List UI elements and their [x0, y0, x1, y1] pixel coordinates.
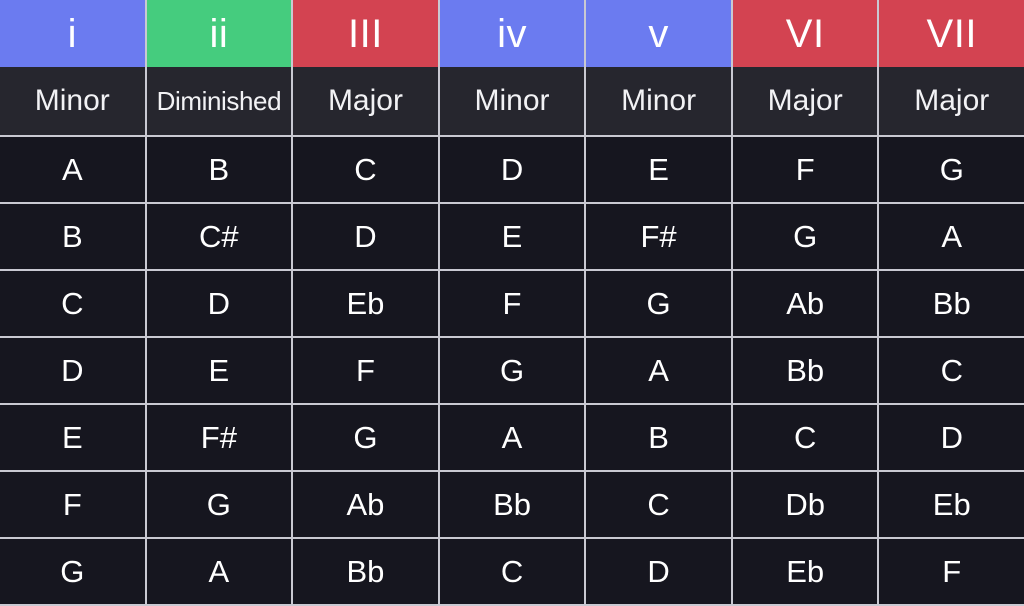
chord-cell: F# — [146, 405, 294, 470]
chord-cell: D — [293, 204, 440, 269]
chord-cell: A — [879, 204, 1024, 269]
chord-cell: Bb — [293, 539, 440, 604]
chord-cell: Ab — [732, 271, 880, 336]
column-quality-4: Minor — [586, 67, 733, 135]
table-row: F G Ab Bb C Db Eb — [0, 472, 1024, 539]
chord-cell: F — [732, 137, 880, 202]
chord-cell: G — [879, 137, 1024, 202]
column-numeral-vi: VI — [732, 0, 880, 67]
column-numeral-iv: iv — [439, 0, 587, 67]
chord-cell: B — [146, 137, 294, 202]
chord-cell: Eb — [879, 472, 1024, 537]
chord-cell: B — [586, 405, 733, 470]
chord-cell: Bb — [732, 338, 880, 403]
table-row: ABCDEFG — [0, 137, 1024, 204]
column-quality-0: Minor — [0, 67, 147, 135]
chord-quality-row: Minor Diminished Major Minor Minor Major Major — [0, 67, 1024, 135]
chord-cell: D — [146, 271, 294, 336]
column-numeral-iii: III — [293, 0, 440, 67]
chord-cell: F — [439, 271, 587, 336]
chord-cell: Eb — [293, 271, 440, 336]
chord-cell: A — [0, 137, 147, 202]
chord-progression-table: i ii III iv v VI VII Minor Diminished Major Minor… — [0, 0, 1024, 606]
table-row: B C# D E F# G A — [0, 204, 1024, 271]
chord-cell: E — [0, 405, 147, 470]
chord-cell: C — [0, 271, 147, 336]
chord-cell: Bb — [879, 271, 1024, 336]
chord-cell: C — [439, 539, 587, 604]
column-quality-2: Major — [293, 67, 440, 135]
chord-cell: C — [293, 137, 440, 202]
chord-cell: A — [439, 405, 587, 470]
chord-cell: C — [586, 472, 733, 537]
column-numeral-i: i — [0, 0, 147, 67]
chord-cell: G — [439, 338, 587, 403]
column-quality-1: Diminished — [146, 67, 294, 135]
table-row: D E F G A Bb C — [0, 338, 1024, 405]
column-numeral-v: v — [586, 0, 733, 67]
chord-cell: C — [732, 405, 880, 470]
chord-cell: F — [0, 472, 147, 537]
chord-cell: B — [0, 204, 147, 269]
roman-numeral-header-row: i ii III iv v VI VII — [0, 0, 1024, 67]
chord-cell: F — [879, 539, 1024, 604]
chord-cell: G — [732, 204, 880, 269]
chord-cell: F — [293, 338, 440, 403]
chord-cell: D — [586, 539, 733, 604]
chord-cell: E — [439, 204, 587, 269]
chord-cell: E — [146, 338, 294, 403]
column-numeral-vii: VII — [879, 0, 1024, 67]
chord-cell: C — [879, 338, 1024, 403]
chord-cell: D — [0, 338, 147, 403]
column-quality-3: Minor — [439, 67, 587, 135]
chord-cell: G — [586, 271, 733, 336]
chord-cell: Eb — [732, 539, 880, 604]
table-row: E F# G A B C D — [0, 405, 1024, 472]
chord-cell: C# — [146, 204, 294, 269]
chord-cell: A — [586, 338, 733, 403]
chord-cell: D — [439, 137, 587, 202]
chord-data-body: A B C D E F G B C# D E F# G A C D Eb F G Ab Bb D E F G A Bb C E F# G A B… — [0, 135, 1024, 606]
chord-cell: Bb — [439, 472, 587, 537]
chord-cell: A — [146, 539, 294, 604]
chord-cell: Ab — [293, 472, 440, 537]
chord-cell: E — [586, 137, 733, 202]
chord-cell: G — [0, 539, 147, 604]
column-quality-6: Major — [879, 67, 1024, 135]
table-row: G A Bb C D Eb F — [0, 539, 1024, 606]
chord-cell: G — [293, 405, 440, 470]
chord-cell: F# — [586, 204, 733, 269]
table-row: C D Eb F G Ab Bb — [0, 271, 1024, 338]
chord-cell: Db — [732, 472, 880, 537]
chord-cell: D — [879, 405, 1024, 470]
chord-cell: G — [146, 472, 294, 537]
column-numeral-ii: ii — [146, 0, 294, 67]
column-quality-5: Major — [732, 67, 880, 135]
